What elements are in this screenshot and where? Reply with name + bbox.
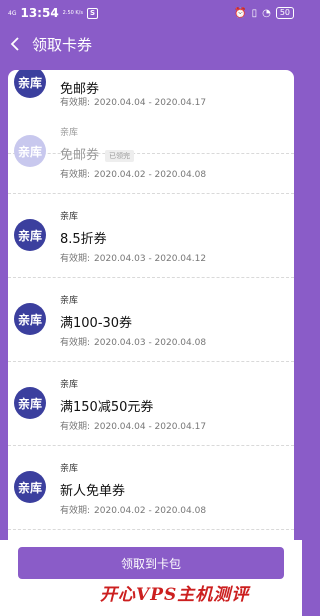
coupon-brand: 亲库 <box>60 296 79 306</box>
coupon-name-text: 免邮券 <box>60 148 100 163</box>
brand-logo: 亲库 <box>14 387 46 419</box>
page-title: 领取卡券 <box>32 35 93 54</box>
validity-dates: 2020.04.02 - 2020.04.08 <box>94 506 207 516</box>
brand-logo: 亲库 <box>14 303 46 335</box>
coupon-name: 免邮券 已领完 <box>60 144 135 163</box>
app-header: 领取卡券 <box>0 26 302 62</box>
coupon-card[interactable]: 亲库 亲库 8.5折券 有效期: 2020.04.03 - 2020.04.12 <box>8 194 294 278</box>
coupon-brand: 亲库 <box>60 464 79 474</box>
status-right: ⏰ ▯ ◔ 50 <box>234 7 294 19</box>
wifi-icon: ◔ <box>262 7 271 19</box>
validity-dates: 2020.04.03 - 2020.04.12 <box>94 254 207 264</box>
clock: 13:54 <box>20 6 59 20</box>
claim-to-wallet-button[interactable]: 领取到卡包 <box>18 547 284 579</box>
coupon-brand: 亲库 <box>60 212 79 222</box>
validity-label: 有效期: <box>60 506 91 516</box>
coupon-name: 8.5折券 <box>60 232 107 247</box>
coupon-validity: 有效期: 2020.04.02 - 2020.04.08 <box>60 167 206 180</box>
coupon-validity: 有效期: 2020.04.02 - 2020.04.08 <box>60 503 206 516</box>
coupon-name: 新人免单券 <box>60 484 126 499</box>
coupon-validity: 有效期: 2020.04.03 - 2020.04.08 <box>60 335 206 348</box>
validity-label: 有效期: <box>60 338 91 348</box>
coupon-validity: 有效期: 2020.04.04 - 2020.04.17 <box>60 419 206 432</box>
coupon-brand: 亲库 <box>60 380 79 390</box>
network-indicator: 4G <box>8 9 17 17</box>
chevron-left-icon <box>10 37 19 51</box>
used-tag: 已领完 <box>105 149 135 162</box>
coupon-card[interactable]: 亲库 亲库 免邮券 已领完 有效期: 2020.04.02 - 2020.04.08 <box>8 110 294 194</box>
brand-logo: 亲库 <box>14 471 46 503</box>
coupon-card[interactable]: 亲库 亲库 新人免单券 有效期: 2020.04.02 - 2020.04.08 <box>8 446 294 530</box>
coupon-list[interactable]: 亲库 免邮券 有效期: 2020.04.04 - 2020.04.17 亲库 亲库… <box>8 70 294 560</box>
vibrate-icon: ▯ <box>251 7 258 19</box>
validity-label: 有效期: <box>60 170 91 180</box>
coupon-validity: 有效期: 2020.04.03 - 2020.04.12 <box>60 251 206 264</box>
validity-dates: 2020.04.02 - 2020.04.08 <box>94 170 207 180</box>
coupon-validity: 有效期: 2020.04.04 - 2020.04.17 <box>60 95 206 108</box>
coupon-name: 满150减50元券 <box>60 400 154 415</box>
coupon-card[interactable]: 亲库 亲库 满100-30券 有效期: 2020.04.03 - 2020.04.… <box>8 278 294 362</box>
validity-label: 有效期: <box>60 254 91 264</box>
brand-logo: 亲库 <box>14 135 46 167</box>
coupon-brand: 亲库 <box>60 128 79 138</box>
brand-logo: 亲库 <box>14 70 46 98</box>
coupon-name: 满100-30券 <box>60 316 133 331</box>
status-bar: 4G 13:54 2.50 K/s S ⏰ ▯ ◔ 50 <box>0 0 302 26</box>
validity-dates: 2020.04.04 - 2020.04.17 <box>94 98 207 108</box>
validity-dates: 2020.04.04 - 2020.04.17 <box>94 422 207 432</box>
alarm-icon: ⏰ <box>234 7 247 19</box>
watermark: 开心VPS主机测评 <box>100 585 250 605</box>
validity-label: 有效期: <box>60 98 91 108</box>
back-button[interactable] <box>0 26 30 62</box>
notification-app-icon: S <box>86 7 98 19</box>
status-left: 4G 13:54 2.50 K/s S <box>8 6 234 20</box>
network-speed: 2.50 K/s <box>62 10 83 16</box>
validity-dates: 2020.04.03 - 2020.04.08 <box>94 338 207 348</box>
validity-label: 有效期: <box>60 422 91 432</box>
brand-logo: 亲库 <box>14 219 46 251</box>
battery-indicator: 50 <box>275 7 294 19</box>
coupon-card[interactable]: 亲库 亲库 满150减50元券 有效期: 2020.04.04 - 2020.04… <box>8 362 294 446</box>
